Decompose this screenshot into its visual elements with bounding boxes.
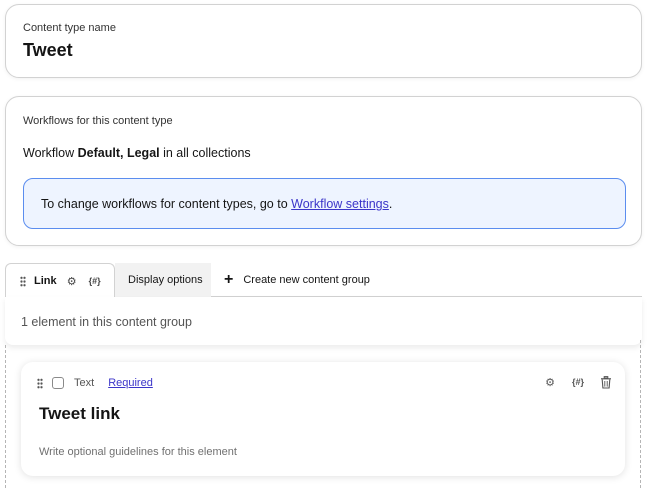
workflow-prefix: Workflow xyxy=(23,146,75,160)
plus-icon: + xyxy=(224,271,234,288)
info-period: . xyxy=(388,197,393,211)
braces-icon[interactable]: {#} xyxy=(571,375,585,389)
group-element-count: 1 element in this content group xyxy=(21,315,192,329)
element-card-tweet-link: Text Required ⚙ {#} Tweet link Write opt… xyxy=(21,362,625,476)
tab-link[interactable]: Link ⚙ {#} xyxy=(5,263,115,298)
workflows-card: Workflows for this content type Workflow… xyxy=(5,96,642,246)
workflow-suffix: in all collections xyxy=(163,146,251,160)
workflows-label: Workflows for this content type xyxy=(23,115,173,127)
content-type-name-label: Content type name xyxy=(23,22,116,34)
workflow-names: Default, Legal xyxy=(77,146,160,160)
workflow-summary: Workflow Default, Legal in all collectio… xyxy=(23,146,251,160)
gear-icon[interactable]: ⚙ xyxy=(65,274,79,288)
element-type: Text xyxy=(74,377,95,389)
tab-display-options[interactable]: Display options xyxy=(115,263,211,297)
content-type-name-card: Content type name Tweet xyxy=(5,4,642,78)
element-name[interactable]: Tweet link xyxy=(39,404,120,424)
drop-zone-border-right xyxy=(640,340,641,488)
info-message: To change workflows for content types, g… xyxy=(41,197,288,211)
workflow-info-box: To change workflows for content types, g… xyxy=(23,178,626,229)
required-toggle-link[interactable]: Required xyxy=(108,377,153,389)
content-group-panel: 1 element in this content group xyxy=(5,297,642,345)
guidelines-input[interactable]: Write optional guidelines for this eleme… xyxy=(39,446,237,458)
create-content-group-button[interactable]: + Create new content group xyxy=(221,263,370,297)
element-actions: ⚙ {#} xyxy=(543,375,613,389)
tab-link-label: Link xyxy=(34,275,57,287)
drag-handle-icon[interactable] xyxy=(20,275,26,287)
workflow-info-text: To change workflows for content types, g… xyxy=(41,197,392,211)
workflow-settings-link[interactable]: Workflow settings xyxy=(291,197,389,211)
trash-icon[interactable] xyxy=(599,375,613,389)
content-type-name[interactable]: Tweet xyxy=(23,40,73,61)
drag-handle-icon[interactable] xyxy=(37,377,43,389)
create-content-group-label: Create new content group xyxy=(243,274,370,286)
element-select-checkbox[interactable] xyxy=(52,377,64,389)
content-group-tabs: Link ⚙ {#} Display options + Create new … xyxy=(5,263,642,298)
braces-icon[interactable]: {#} xyxy=(88,274,102,288)
gear-icon[interactable]: ⚙ xyxy=(543,375,557,389)
drop-zone-border-left xyxy=(5,345,6,488)
element-header: Text Required xyxy=(37,376,153,390)
